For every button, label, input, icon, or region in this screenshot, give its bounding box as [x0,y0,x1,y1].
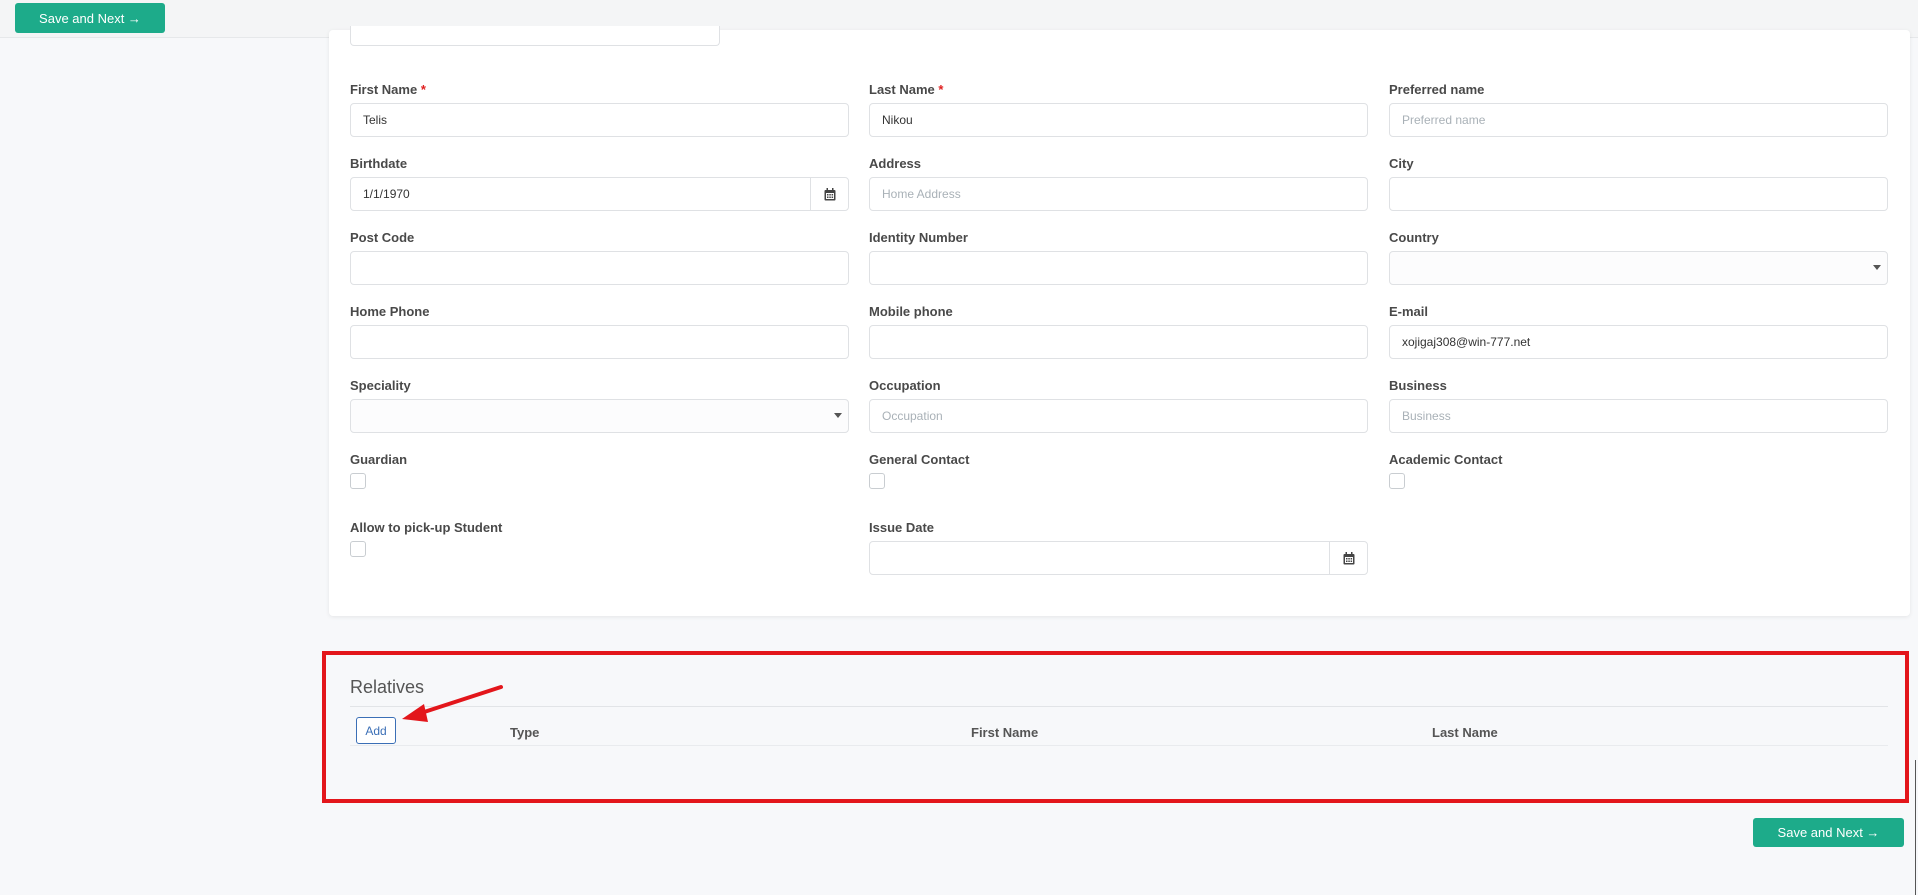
home-phone-field: Home Phone [350,304,849,359]
issue-date-input[interactable] [869,541,1368,575]
mobile-phone-label: Mobile phone [869,304,953,319]
business-field: Business Business [1389,378,1888,433]
calendar-icon[interactable] [810,178,848,210]
relatives-title: Relatives [350,677,425,697]
guardian-field: Guardian [350,452,849,489]
save-and-next-button-bottom[interactable]: Save and Next → [1753,818,1904,847]
occupation-label: Occupation [869,378,941,393]
mobile-phone-field: Mobile phone [869,304,1368,359]
guardian-checkbox[interactable] [350,473,366,489]
post-code-label: Post Code [350,230,415,245]
allow-pickup-checkbox[interactable] [350,541,366,557]
birthdate-input[interactable]: 1/1/1970 [350,177,849,211]
academic-contact-checkbox[interactable] [1389,473,1405,489]
speciality-select[interactable] [350,399,849,433]
issue-date-label: Issue Date [869,520,935,535]
address-label: Address [869,156,922,171]
general-contact-label: General Contact [869,452,970,467]
partial-input-field[interactable] [350,26,720,46]
general-contact-checkbox[interactable] [869,473,885,489]
academic-contact-label: Academic Contact [1389,452,1503,467]
preferred-name-field: Preferred name Preferred name [1389,82,1888,137]
birthdate-label: Birthdate [350,156,408,171]
identity-number-input[interactable] [869,251,1368,285]
last-name-field: Last Name * Nikou [869,82,1368,137]
city-field: City [1389,156,1888,211]
city-label: City [1389,156,1414,171]
required-mark: * [938,82,944,97]
preferred-name-label: Preferred name [1389,82,1485,97]
home-phone-label: Home Phone [350,304,430,319]
post-code-field: Post Code [350,230,849,285]
city-input[interactable] [1389,177,1888,211]
column-header-type: Type [510,725,540,740]
address-input[interactable]: Home Address [869,177,1368,211]
last-name-label: Last Name [869,82,935,97]
contact-form-card: First Name * Telis Last Name * Nikou Pre… [329,26,1910,616]
divider [350,706,1888,707]
last-name-input[interactable]: Nikou [869,103,1368,137]
calendar-icon[interactable] [1329,542,1367,574]
post-code-input[interactable] [350,251,849,285]
country-select[interactable] [1389,251,1888,285]
email-label: E-mail [1389,304,1429,319]
identity-number-label: Identity Number [869,230,968,245]
business-input[interactable]: Business [1389,399,1888,433]
add-relative-button[interactable]: Add [356,717,396,744]
business-label: Business [1389,378,1447,393]
speciality-field: Speciality [350,378,849,433]
address-field: Address Home Address [869,156,1368,211]
relatives-section: Relatives Add Type First Name Last Name [329,660,1910,790]
country-label: Country [1389,230,1439,245]
country-field: Country [1389,230,1888,285]
allow-pickup-label: Allow to pick-up Student [350,520,503,535]
allow-pickup-field: Allow to pick-up Student [350,520,849,557]
preferred-name-input[interactable]: Preferred name [1389,103,1888,137]
birthdate-field: Birthdate 1/1/1970 [350,156,849,211]
scroll-edge-line [1915,760,1916,895]
speciality-label: Speciality [350,378,411,393]
home-phone-input[interactable] [350,325,849,359]
issue-date-field: Issue Date [869,520,1368,575]
email-input[interactable]: xojigaj308@win-777.net [1389,325,1888,359]
chevron-down-icon [834,413,842,418]
required-mark: * [420,82,426,97]
save-and-next-button-top[interactable]: Save and Next → [15,3,165,33]
column-header-first-name: First Name [971,725,1039,740]
column-header-last-name: Last Name [1432,725,1498,740]
identity-number-field: Identity Number [869,230,1368,285]
general-contact-field: General Contact [869,452,1368,489]
occupation-field: Occupation Occupation [869,378,1368,433]
mobile-phone-input[interactable] [869,325,1368,359]
academic-contact-field: Academic Contact [1389,452,1888,489]
first-name-field: First Name * Telis [350,82,849,137]
occupation-input[interactable]: Occupation [869,399,1368,433]
chevron-down-icon [1873,265,1881,270]
guardian-label: Guardian [350,452,408,467]
first-name-input[interactable]: Telis [350,103,849,137]
email-field: E-mail xojigaj308@win-777.net [1389,304,1888,359]
table-header-divider [350,745,1888,746]
first-name-label: First Name [350,82,418,97]
